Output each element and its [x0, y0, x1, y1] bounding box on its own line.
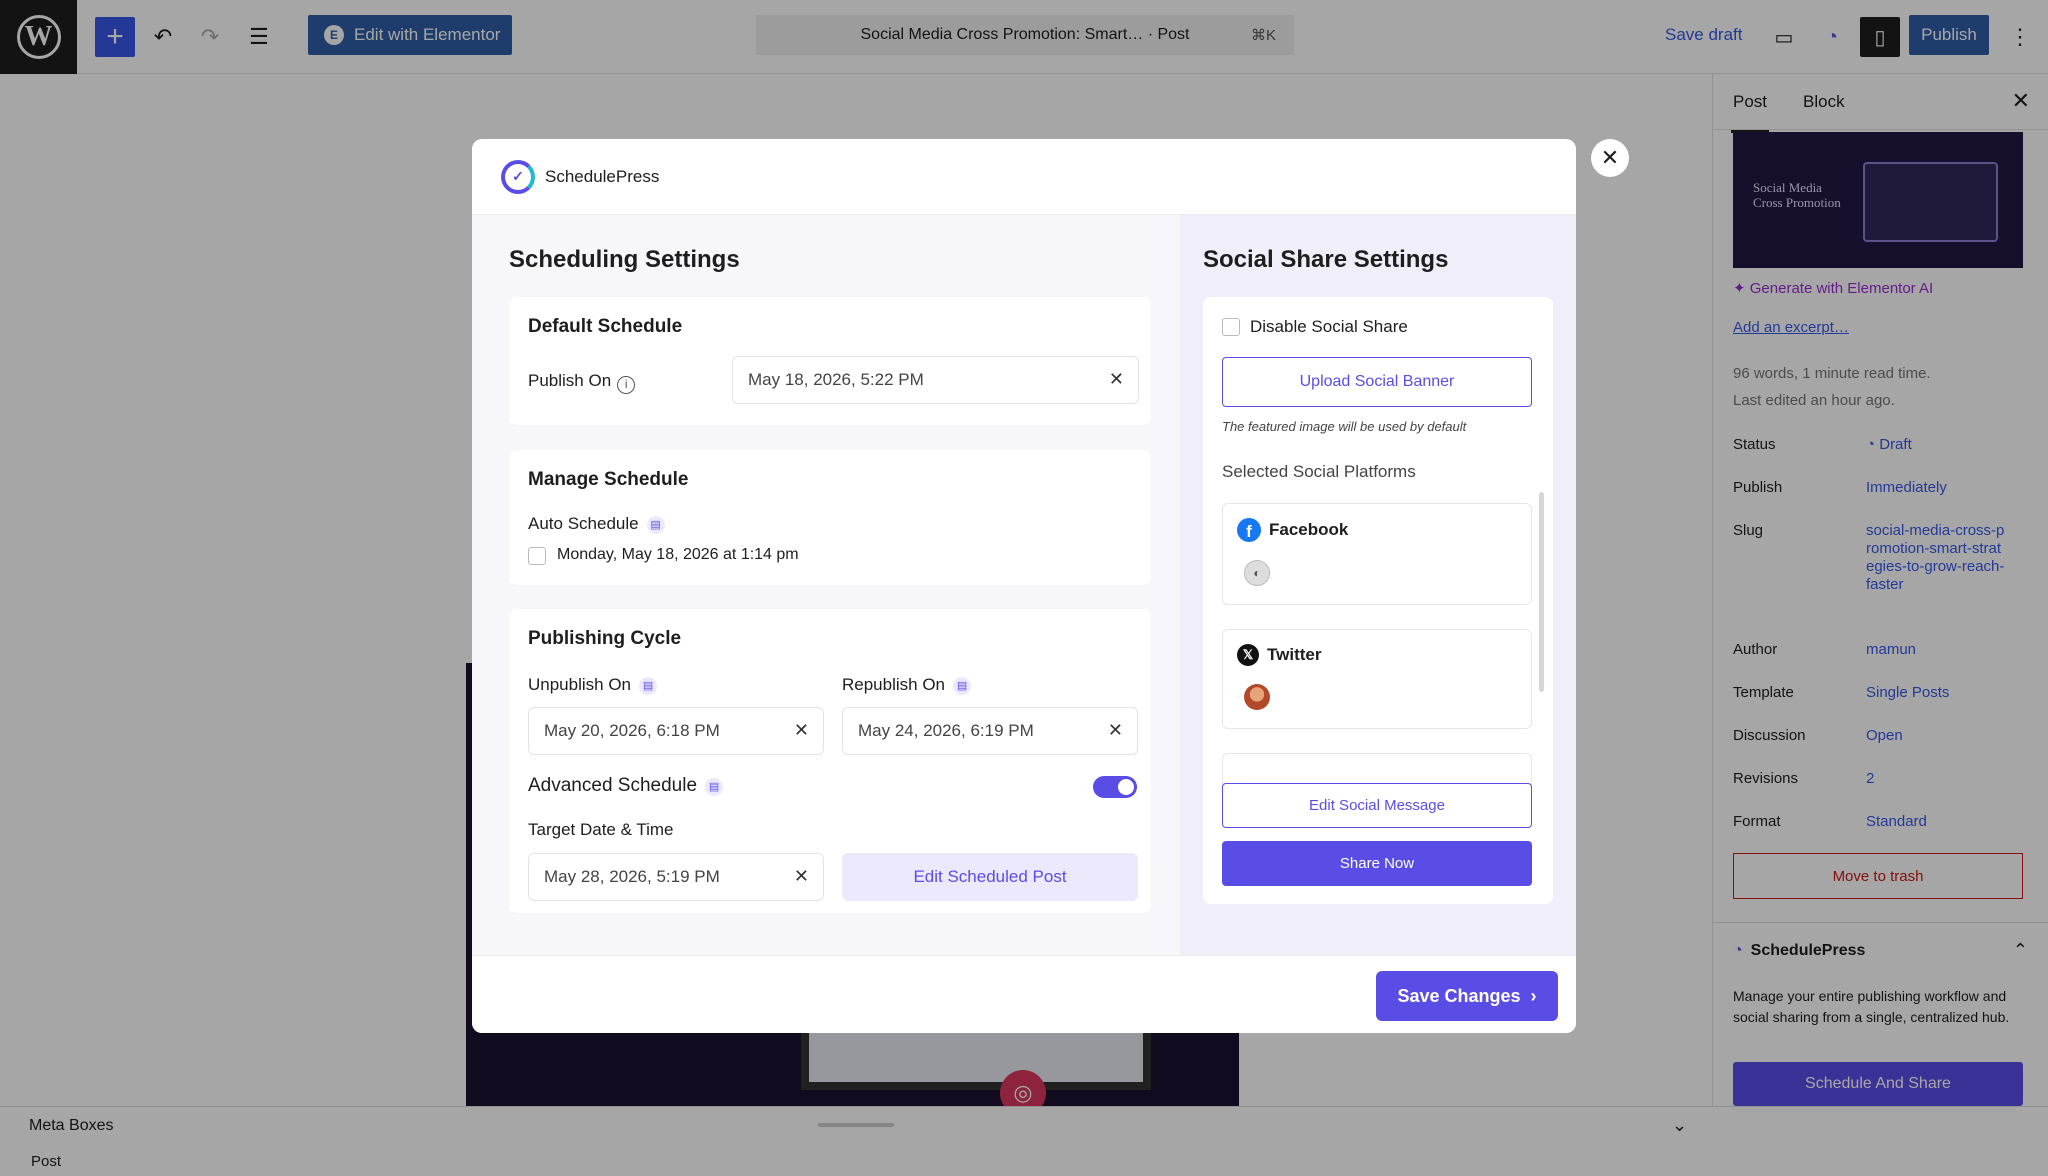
platform-name: f Facebook: [1237, 518, 1348, 542]
unpublish-on-label-text: Unpublish On: [528, 675, 632, 694]
twitter-label: Twitter: [1267, 645, 1322, 664]
advanced-schedule-label: Advanced Schedule ▤: [528, 775, 724, 797]
document-icon[interactable]: ▤: [646, 516, 665, 534]
advanced-schedule-toggle[interactable]: [1093, 776, 1137, 798]
selected-platforms-title: Selected Social Platforms: [1222, 462, 1416, 481]
publish-on-value: May 18, 2026, 5:22 PM: [748, 370, 924, 389]
scheduling-settings-title: Scheduling Settings: [509, 246, 740, 273]
save-changes-button[interactable]: Save Changes ›: [1376, 971, 1558, 1021]
republish-on-input[interactable]: May 24, 2026, 6:19 PM ✕: [842, 707, 1138, 755]
schedulepress-logo-icon: ✓: [501, 159, 535, 194]
unpublish-on-label: Unpublish On ▤: [528, 675, 658, 695]
advanced-schedule-label-text: Advanced Schedule: [528, 775, 698, 796]
auto-schedule-checkbox[interactable]: [528, 547, 546, 565]
republish-on-label: Republish On ▤: [842, 675, 972, 695]
modal-brand: SchedulePress: [545, 166, 660, 186]
auto-schedule-label: Auto Schedule ▤: [528, 514, 665, 534]
clear-icon[interactable]: ✕: [1109, 369, 1124, 390]
clear-icon[interactable]: ✕: [794, 866, 809, 887]
chevron-right-icon: ›: [1530, 985, 1537, 1006]
republish-on-label-text: Republish On: [842, 675, 946, 694]
document-icon[interactable]: ▤: [705, 778, 724, 796]
upload-social-banner-button[interactable]: Upload Social Banner: [1222, 357, 1532, 407]
edit-social-message-button[interactable]: Edit Social Message: [1222, 783, 1532, 828]
social-share-settings-panel: Social Share Settings Disable Social Sha…: [1180, 215, 1576, 955]
publishing-cycle-title: Publishing Cycle: [528, 628, 682, 649]
auto-schedule-label-text: Auto Schedule: [528, 514, 639, 533]
republish-on-value: May 24, 2026, 6:19 PM: [858, 721, 1034, 740]
schedulepress-modal: ✓ SchedulePress Scheduling Settings Defa…: [472, 139, 1576, 1033]
default-schedule-card: Default Schedule Publish On i May 18, 202…: [509, 297, 1151, 425]
disable-social-share-label[interactable]: Disable Social Share: [1250, 317, 1408, 337]
publish-on-input[interactable]: May 18, 2026, 5:22 PM ✕: [732, 356, 1139, 404]
toggle-knob: [1118, 779, 1134, 795]
document-icon[interactable]: ▤: [953, 677, 972, 695]
facebook-label: Facebook: [1269, 520, 1349, 539]
platform-card-twitter[interactable]: 𝕏 Twitter: [1222, 629, 1532, 729]
target-date-input[interactable]: May 28, 2026, 5:19 PM ✕: [528, 853, 824, 901]
platform-card-facebook[interactable]: f Facebook ◐: [1222, 503, 1532, 605]
target-date-value: May 28, 2026, 5:19 PM: [544, 867, 720, 886]
save-changes-label: Save Changes: [1397, 985, 1521, 1006]
avatar[interactable]: ◐: [1244, 560, 1270, 586]
auto-schedule-option[interactable]: Monday, May 18, 2026 at 1:14 pm: [557, 546, 799, 564]
share-now-button[interactable]: Share Now: [1222, 841, 1532, 886]
social-share-settings-title: Social Share Settings: [1203, 246, 1449, 273]
info-icon[interactable]: i: [617, 376, 636, 394]
publishing-cycle-card: Publishing Cycle Unpublish On ▤ Republish…: [509, 609, 1151, 913]
facebook-icon: f: [1237, 518, 1261, 542]
close-icon: ✕: [1600, 145, 1620, 170]
avatar[interactable]: [1244, 684, 1270, 710]
unpublish-on-value: May 20, 2026, 6:18 PM: [544, 721, 720, 740]
modal-footer: Save Changes ›: [472, 955, 1576, 1033]
scrollbar[interactable]: [1539, 492, 1544, 692]
scheduling-settings-panel: Scheduling Settings Default Schedule Pub…: [472, 215, 1180, 955]
unpublish-on-input[interactable]: May 20, 2026, 6:18 PM ✕: [528, 707, 824, 755]
publish-on-label-text: Publish On: [528, 371, 612, 390]
manage-schedule-title: Manage Schedule: [528, 469, 689, 490]
publish-on-label: Publish On i: [528, 371, 636, 394]
close-modal-button[interactable]: ✕: [1591, 139, 1629, 177]
featured-image-hint: The featured image will be used by defau…: [1222, 419, 1467, 434]
modal-header: ✓ SchedulePress: [472, 139, 1576, 215]
social-share-card: Disable Social Share Upload Social Banne…: [1203, 297, 1553, 904]
clear-icon[interactable]: ✕: [1108, 720, 1123, 741]
disable-social-share-checkbox[interactable]: [1222, 318, 1240, 336]
document-icon[interactable]: ▤: [639, 677, 658, 695]
x-twitter-icon: 𝕏: [1237, 644, 1259, 666]
default-schedule-title: Default Schedule: [528, 316, 683, 337]
manage-schedule-card: Manage Schedule Auto Schedule ▤ Monday, M…: [509, 450, 1151, 585]
target-date-label: Target Date & Time: [528, 820, 674, 839]
platform-name: 𝕏 Twitter: [1237, 644, 1321, 666]
edit-scheduled-post-button[interactable]: Edit Scheduled Post: [842, 853, 1138, 901]
clear-icon[interactable]: ✕: [794, 720, 809, 741]
